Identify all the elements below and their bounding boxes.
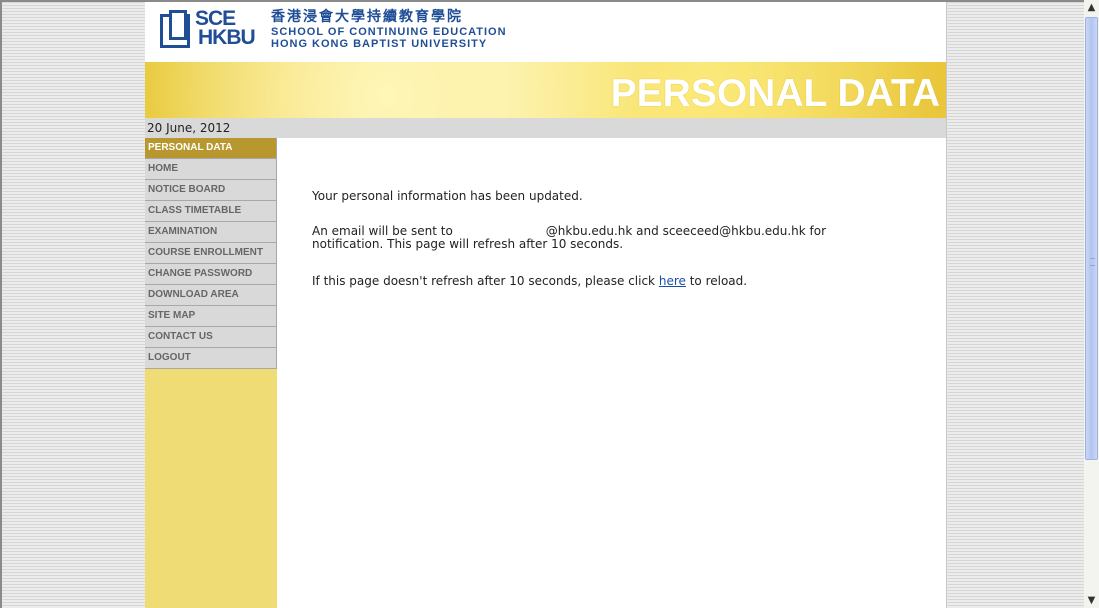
email-notice-line2: notification. This page will refresh aft… [312, 237, 624, 251]
nav-item-examination[interactable]: EXAMINATION [145, 222, 277, 243]
current-date: 20 June, 2012 [147, 121, 231, 135]
nav-item-change-password[interactable]: CHANGE PASSWORD [145, 264, 277, 285]
nav-item-home[interactable]: HOME [145, 159, 277, 180]
page-container: SCE HKBU 香港浸會大學持續教育學院 SCHOOL OF CONTINUI… [145, 2, 946, 608]
email-notice-prefix: An email will be sent to [312, 224, 453, 238]
nav-item-notice-board[interactable]: NOTICE BOARD [145, 180, 277, 201]
sidebar: PERSONAL DATA HOME NOTICE BOARD CLASS TI… [145, 138, 277, 608]
reload-suffix: to reload. [689, 274, 748, 288]
header: SCE HKBU 香港浸會大學持續教育學院 SCHOOL OF CONTINUI… [145, 2, 946, 62]
nav-item-course-enrollment[interactable]: COURSE ENROLLMENT [145, 243, 277, 264]
left-background-stripes [0, 0, 146, 608]
nav-menu: PERSONAL DATA HOME NOTICE BOARD CLASS TI… [145, 138, 277, 369]
banner-title: PERSONAL DATA [610, 72, 940, 115]
school-name-chinese: 香港浸會大學持續教育學院 [271, 9, 463, 25]
email-notice-suffix: @hkbu.edu.hk and sceeceed@hkbu.edu.hk fo… [545, 224, 827, 238]
school-name-english-line2: HONG KONG BAPTIST UNIVERSITY [271, 38, 488, 50]
sce-logo-icon [160, 10, 196, 50]
nav-item-personal-data[interactable]: PERSONAL DATA [145, 138, 277, 159]
reload-prefix: If this page doesn't refresh after 10 se… [312, 274, 656, 288]
scroll-up-arrow-icon[interactable]: ▲ [1084, 0, 1099, 15]
reload-link[interactable]: here [659, 274, 686, 288]
nav-item-contact-us[interactable]: CONTACT US [145, 327, 277, 348]
nav-item-site-map[interactable]: SITE MAP [145, 306, 277, 327]
vertical-scrollbar[interactable]: ▲ ▼ [1084, 0, 1099, 608]
nav-item-logout[interactable]: LOGOUT [145, 348, 277, 369]
page-banner: PERSONAL DATA [145, 62, 946, 118]
window-frame-left [0, 0, 2, 608]
email-notice-text: An email will be sent to @hkbu.edu.hk and… [312, 225, 872, 251]
scroll-down-arrow-icon[interactable]: ▼ [1084, 593, 1099, 608]
main-content: Your personal information has been updat… [278, 138, 946, 608]
scrollbar-thumb[interactable] [1085, 17, 1098, 460]
reload-instruction-text: If this page doesn't refresh after 10 se… [312, 275, 747, 288]
nav-item-download-area[interactable]: DOWNLOAD AREA [145, 285, 277, 306]
date-bar: 20 June, 2012 [145, 118, 946, 138]
logo-hkbu-text: HKBU [198, 26, 256, 49]
right-background-stripes [946, 0, 1085, 608]
update-confirmation-text: Your personal information has been updat… [312, 189, 583, 203]
school-name-english-line1: SCHOOL OF CONTINUING EDUCATION [271, 26, 507, 38]
nav-item-class-timetable[interactable]: CLASS TIMETABLE [145, 201, 277, 222]
